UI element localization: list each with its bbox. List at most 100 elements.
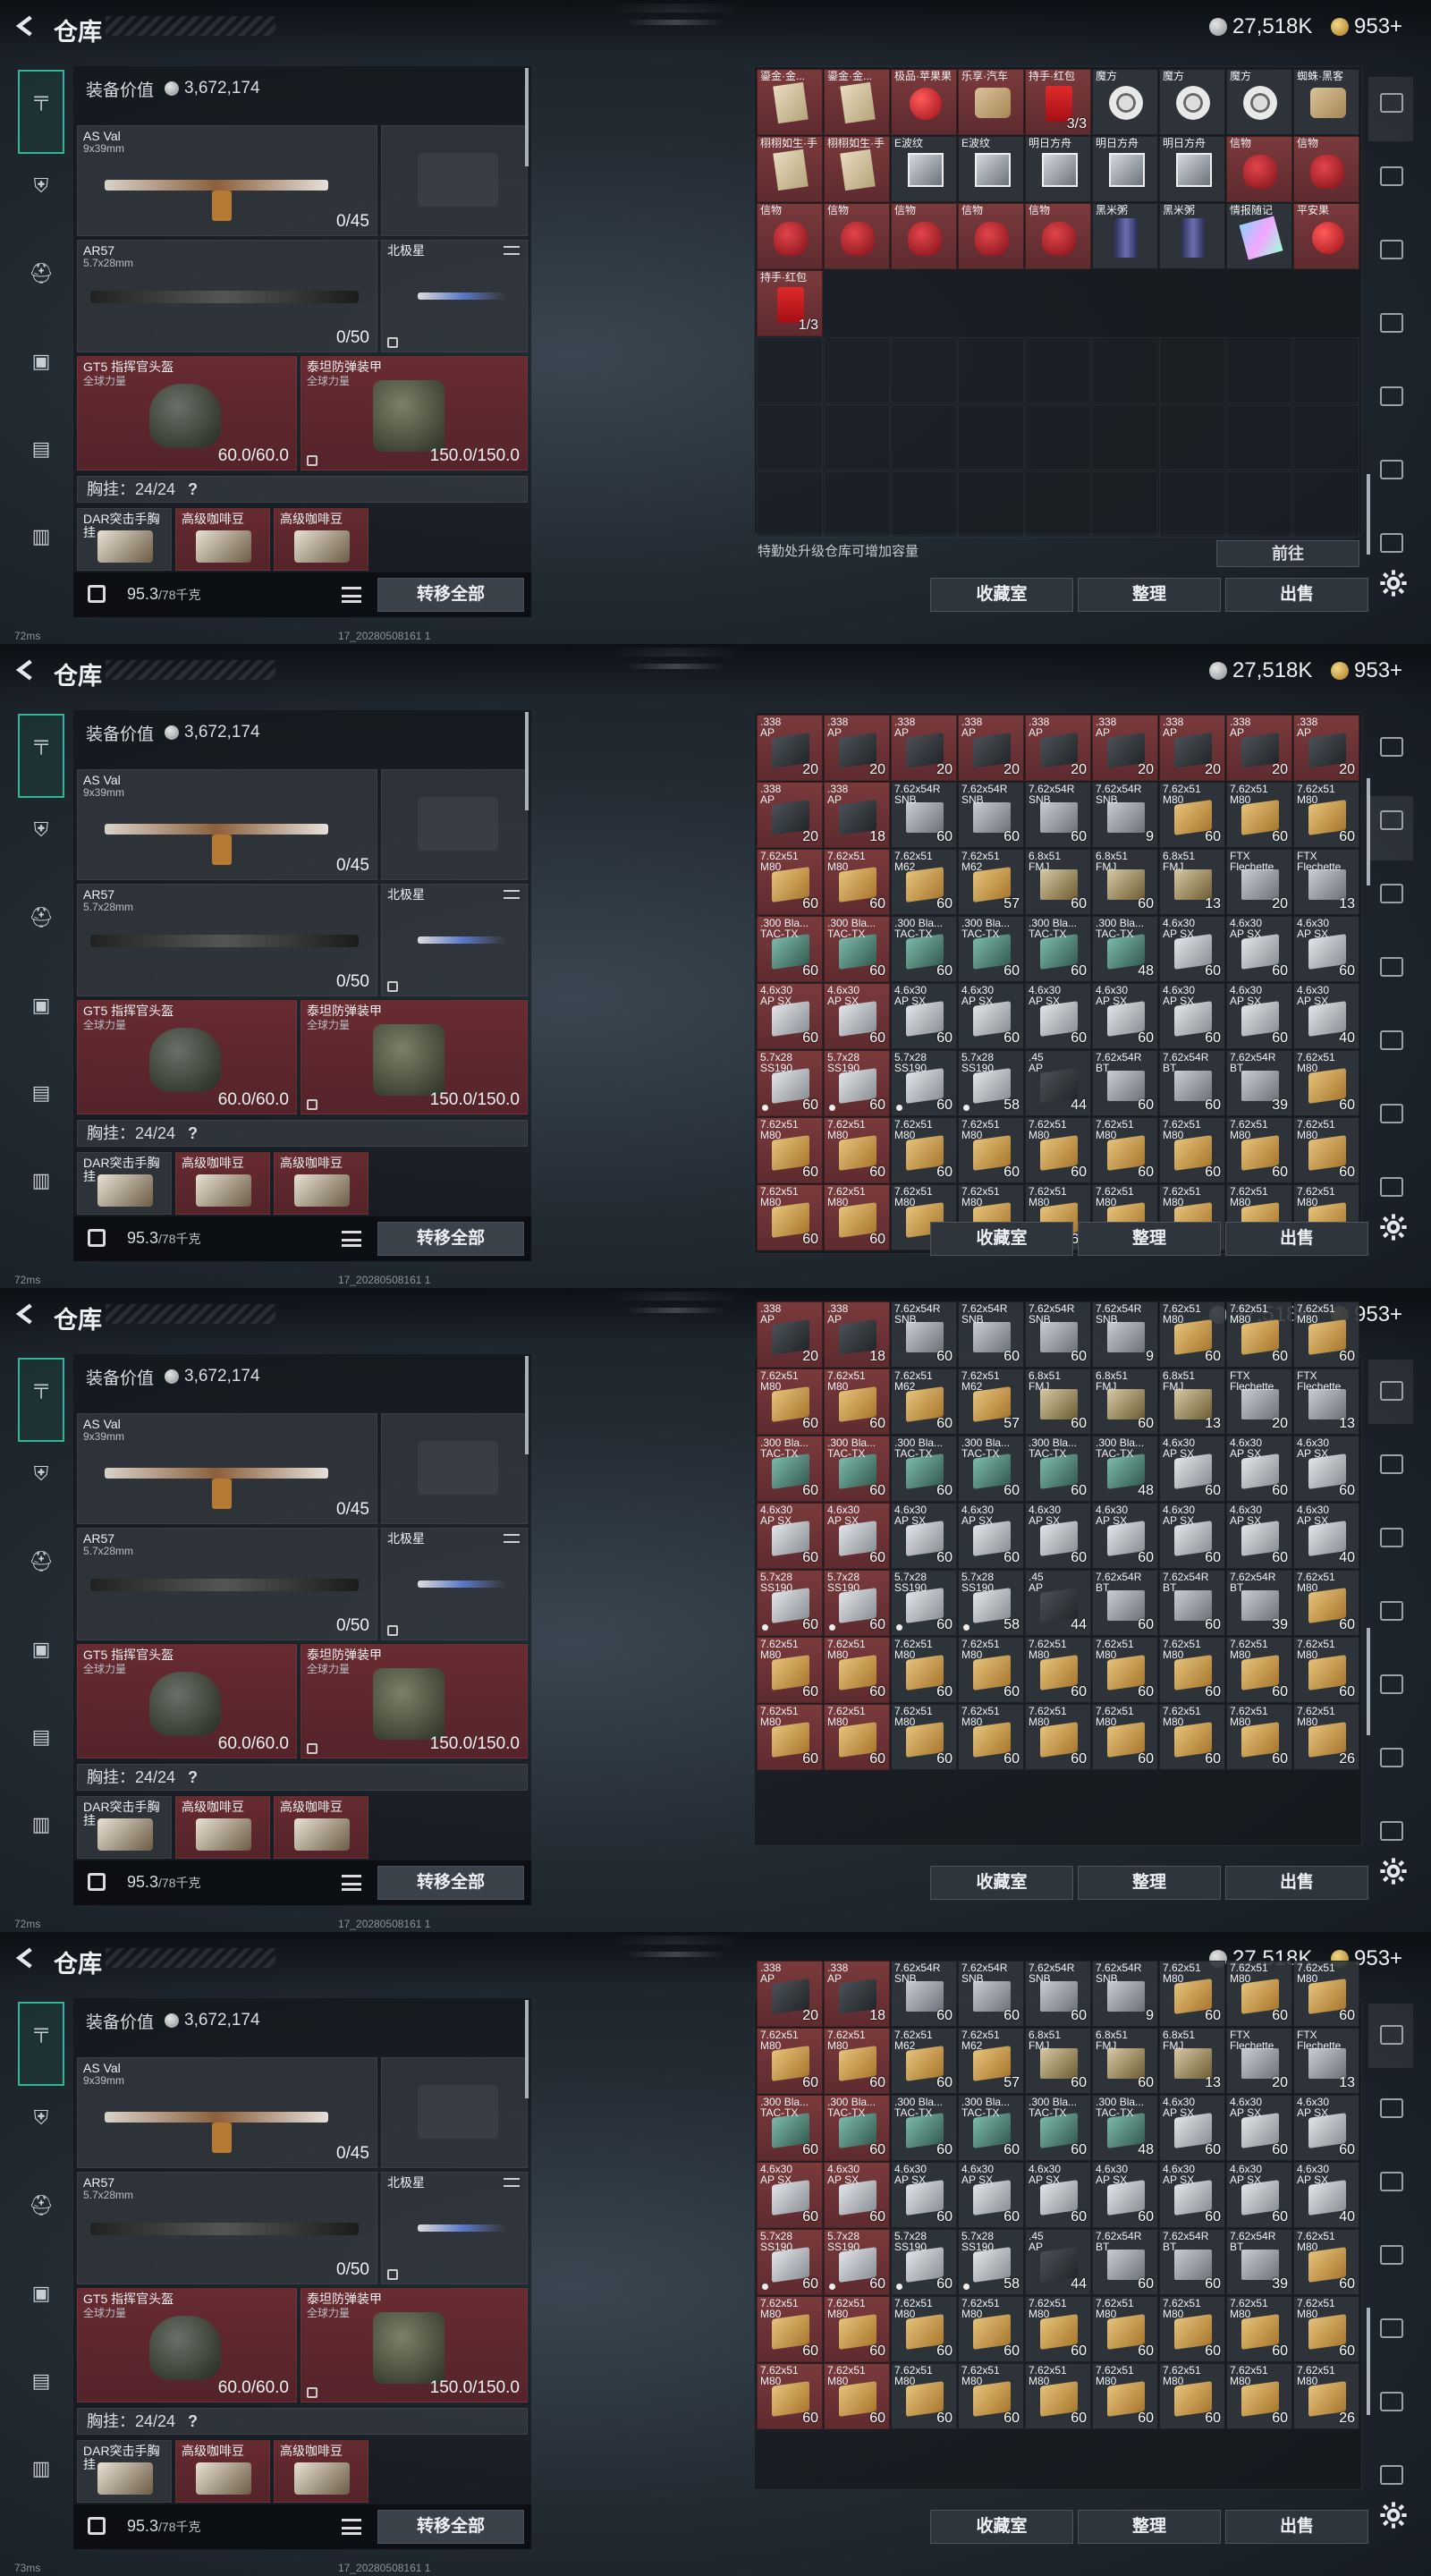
storage-item[interactable]: 7.62x51M8060 <box>757 2296 823 2362</box>
storage-item[interactable]: 7.62x51M8026 <box>1293 2363 1359 2429</box>
storage-item[interactable]: .338 AP 20 <box>958 715 1024 781</box>
storage-item[interactable]: 7.62x54R BT 60 <box>1092 2229 1158 2295</box>
empty-slot[interactable] <box>1226 337 1292 403</box>
storage-item[interactable]: 7.62x51M8060 <box>1159 1117 1225 1183</box>
storage-item[interactable]: 4.6x30 AP SX 40 <box>1293 1503 1359 1569</box>
empty-slot[interactable] <box>958 404 1024 470</box>
storage-item[interactable]: 7.62x54R SNB 60 <box>891 1961 957 2027</box>
helmet-slot[interactable]: GT5 指挥官头盔 全球力量 60.0/60.0 <box>77 1644 297 1758</box>
collection-room-button[interactable]: 收藏室 <box>930 1222 1073 1256</box>
storage-item[interactable]: 4.6x30 AP SX 60 <box>891 983 957 1049</box>
swap-icon[interactable] <box>504 1534 520 1543</box>
empty-slot[interactable] <box>1092 404 1158 470</box>
helmet-icon[interactable]: ⛑ <box>27 1547 55 1576</box>
storage-tab-iv[interactable] <box>1372 2091 1411 2127</box>
storage-tab-iv[interactable] <box>1372 803 1411 839</box>
storage-item[interactable]: 7.62x54R BT 60 <box>1159 1570 1225 1636</box>
loadout-scrollbar[interactable] <box>525 712 529 810</box>
secondary-weapon-slot[interactable]: AR57 5.7x28mm 0/50 <box>77 240 377 352</box>
storage-item[interactable]: 7.62x54R BT 60 <box>1159 2229 1225 2295</box>
storage-item[interactable]: .45 AP 44 <box>1025 2229 1091 2295</box>
storage-item[interactable]: 7.62x51M8060 <box>1293 1637 1359 1703</box>
armor-slot[interactable]: 泰坦防弹装甲 全球力量 150.0/150.0 <box>301 1000 528 1114</box>
storage-item[interactable]: 蜘蛛·黑客 <box>1293 69 1359 135</box>
empty-slot[interactable] <box>958 471 1024 538</box>
sell-button[interactable]: 出售 <box>1225 1866 1368 1900</box>
storage-item[interactable]: 7.62x51M8060 <box>1092 1704 1158 1770</box>
storage-item[interactable]: .300 Bla... TAC-TX 60 <box>958 916 1024 982</box>
sort-button[interactable]: 整理 <box>1078 1866 1221 1900</box>
storage-item[interactable]: .338 AP 20 <box>824 715 890 781</box>
settings-gear-icon[interactable] <box>1379 569 1408 597</box>
storage-tab-iii[interactable] <box>1372 1097 1411 1132</box>
storage-item[interactable]: 信物 <box>757 203 823 269</box>
collection-room-button[interactable]: 收藏室 <box>930 2510 1073 2544</box>
storage-item[interactable]: .300 Bla... TAC-TX 48 <box>1092 1436 1158 1502</box>
storage-item[interactable]: 7.62x51M8060 <box>1159 2296 1225 2362</box>
empty-slot[interactable] <box>1226 471 1292 538</box>
storage-item[interactable]: FTX Flechette 20 <box>1226 849 1292 915</box>
storage-item[interactable]: .45 AP 44 <box>1025 1050 1091 1116</box>
storage-item[interactable]: 7.62x51M8060 <box>1025 2296 1091 2362</box>
storage-item[interactable]: 5.7x28 SS190 60 <box>757 2229 823 2295</box>
storage-tab-iv[interactable] <box>1372 1667 1411 1703</box>
primary-weapon-slot[interactable]: AS Val 9x39mm 0/45 <box>77 769 377 880</box>
help-icon[interactable]: ? <box>188 2409 198 2434</box>
vault-icon[interactable] <box>1372 1374 1411 1410</box>
storage-item[interactable]: 7.62x51 M62 57 <box>958 1368 1024 1435</box>
storage-tab-iv[interactable] <box>1372 2311 1411 2347</box>
empty-slot[interactable] <box>1092 471 1158 538</box>
pistol-slot-empty[interactable] <box>381 1413 528 1524</box>
storage-item[interactable]: .338 AP 20 <box>1159 715 1225 781</box>
storage-item[interactable]: .338 AP 20 <box>1092 715 1158 781</box>
chest-rig-header[interactable]: 胸挂：24/24? <box>77 476 528 503</box>
storage-item[interactable]: 7.62x54R BT 39 <box>1226 1570 1292 1636</box>
storage-item[interactable]: 4.6x30 AP SX 60 <box>1092 1503 1158 1569</box>
storage-item[interactable]: 6.8x51 FMJ 60 <box>1092 849 1158 915</box>
storage-item[interactable]: 7.62x51M8060 <box>1159 1961 1225 2027</box>
list-icon[interactable] <box>342 1231 361 1247</box>
storage-item[interactable]: 7.62x51 M62 60 <box>891 1368 957 1435</box>
storage-item[interactable]: 明日方舟 <box>1159 136 1225 202</box>
weapon-icon[interactable]: ╤ <box>27 728 55 757</box>
armor-slot[interactable]: 泰坦防弹装甲 全球力量 150.0/150.0 <box>301 2288 528 2402</box>
chest-rig-header[interactable]: 胸挂：24/24? <box>77 1764 528 1791</box>
storage-item[interactable]: 7.62x51M8060 <box>958 2296 1024 2362</box>
storage-item[interactable]: 魔方 <box>1226 69 1292 135</box>
storage-item[interactable]: 7.62x54R SNB 60 <box>958 1301 1024 1368</box>
storage-item[interactable]: 黑米粥 <box>1159 203 1225 269</box>
goto-button[interactable]: 前往 <box>1216 540 1359 567</box>
storage-tab-ii[interactable] <box>1372 2458 1411 2494</box>
help-icon[interactable]: ? <box>188 1765 198 1790</box>
storage-item[interactable]: 6.8x51 FMJ 60 <box>1025 1368 1091 1435</box>
storage-item[interactable]: FTX Flechette 13 <box>1293 2028 1359 2094</box>
storage-item[interactable]: 7.62x51 M62 60 <box>891 849 957 915</box>
weapon-icon[interactable]: ╤ <box>27 1372 55 1401</box>
storage-item[interactable]: E波纹 <box>958 136 1024 202</box>
weapon-icon[interactable]: ╤ <box>27 84 55 113</box>
armor-icon[interactable]: ⛨ <box>27 816 55 844</box>
empty-slot[interactable] <box>891 471 957 538</box>
empty-slot[interactable] <box>1025 471 1091 538</box>
storage-item[interactable]: 5.7x28 SS190 58 <box>958 2229 1024 2295</box>
chest-rig-header[interactable]: 胸挂：24/24? <box>77 2408 528 2435</box>
storage-item[interactable]: 6.8x51 FMJ 60 <box>1025 2028 1091 2094</box>
storage-item[interactable]: 7.62x54R SNB 9 <box>1092 1301 1158 1368</box>
storage-scrollbar[interactable] <box>1367 2308 1370 2415</box>
storage-item[interactable]: 7.62x51M8060 <box>891 2296 957 2362</box>
settings-gear-icon[interactable] <box>1379 1213 1408 1241</box>
list-icon[interactable] <box>342 587 361 603</box>
storage-item[interactable]: 7.62x51M8060 <box>757 1368 823 1435</box>
storage-item[interactable]: 7.62x51M8060 <box>1159 1301 1225 1368</box>
storage-item[interactable]: 栩栩如生·手 <box>757 136 823 202</box>
armor-slot[interactable]: 泰坦防弹装甲 全球力量 150.0/150.0 <box>301 356 528 470</box>
empty-slot[interactable] <box>958 337 1024 403</box>
storage-item[interactable]: 7.62x51M8060 <box>1092 2296 1158 2362</box>
backpack-icon[interactable]: ▣ <box>27 2279 55 2308</box>
storage-item[interactable]: 栩栩如生·手 <box>824 136 890 202</box>
empty-slot[interactable] <box>757 337 823 403</box>
storage-item[interactable]: 7.62x54R SNB 60 <box>958 1961 1024 2027</box>
loadout-scrollbar[interactable] <box>525 1356 529 1454</box>
storage-item[interactable]: 魔方 <box>1159 69 1225 135</box>
backpack-icon[interactable]: ▣ <box>27 991 55 1020</box>
